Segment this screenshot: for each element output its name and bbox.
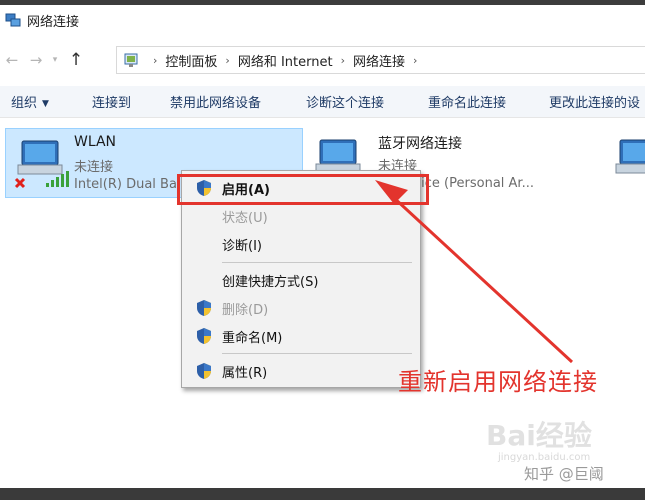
menu-item-label: 创建快捷方式(S) (222, 274, 319, 290)
connect-to-button[interactable]: 连接到 (92, 92, 131, 111)
disable-device-button[interactable]: 禁用此网络设备 (170, 92, 261, 111)
menu-item-label: 诊断(I) (222, 238, 262, 254)
menu-separator (222, 353, 412, 354)
address-bar[interactable]: › 控制面板 › 网络和 Internet › 网络连接 › (116, 46, 645, 74)
menu-item-create-shortcut[interactable]: 创建快捷方式(S) (182, 267, 420, 293)
back-button[interactable]: ← (0, 48, 24, 72)
up-arrow-icon: ↑ (68, 50, 84, 70)
breadcrumb-separator-icon: › (413, 53, 418, 67)
title-bar: 网络连接 (0, 5, 645, 35)
breadcrumb-separator-icon: › (340, 53, 345, 67)
change-settings-button[interactable]: 更改此连接的设 (549, 92, 640, 111)
recent-locations-button[interactable]: ▾ (48, 48, 62, 72)
annotation-text: 重新启用网络连接 (398, 368, 598, 396)
dropdown-arrow-icon: ▼ (42, 99, 49, 109)
breadcrumb-network-internet[interactable]: 网络和 Internet (238, 51, 333, 70)
organize-button[interactable]: 组织 ▼ (11, 92, 49, 111)
breadcrumb-control-panel[interactable]: 控制面板 (165, 51, 217, 70)
forward-button[interactable]: → (24, 48, 48, 72)
menu-separator (222, 262, 412, 263)
menu-item-label: 删除(D) (222, 302, 269, 318)
menu-item-label: 属性(R) (222, 365, 268, 381)
address-row: ← → ▾ ↑ › 控制面板 › 网络和 Internet › 网络连接 › (0, 44, 645, 76)
uac-shield-icon (197, 363, 211, 379)
breadcrumb-network-connections[interactable]: 网络连接 (353, 51, 405, 70)
chevron-down-icon: ▾ (52, 55, 58, 65)
uac-shield-icon (197, 300, 211, 316)
connection-name: 蓝牙网络连接 (378, 136, 462, 152)
window-title: 网络连接 (27, 14, 80, 30)
baidu-watermark-url: jingyan.baidu.com (498, 452, 591, 463)
menu-item-delete: 删除(D) (182, 295, 420, 321)
forward-arrow-icon: → (29, 51, 43, 69)
menu-item-diagnose[interactable]: 诊断(I) (182, 231, 420, 257)
network-adapter-icon (615, 139, 645, 174)
baidu-watermark: Bai经验 (486, 419, 592, 452)
breadcrumb-separator-icon: › (153, 53, 158, 67)
menu-item-rename[interactable]: 重命名(M) (182, 323, 420, 349)
connection-status: 未连接 (74, 160, 114, 175)
annotation-highlight-box (177, 174, 429, 205)
uac-shield-icon (197, 328, 211, 344)
network-connections-icon (5, 13, 21, 27)
up-button[interactable]: ↑ (64, 48, 88, 72)
menu-item-label: 状态(U) (222, 210, 268, 226)
back-arrow-icon: ← (5, 51, 19, 69)
control-panel-icon (124, 53, 138, 67)
menu-item-label: 重命名(M) (222, 330, 283, 346)
window-bottom-edge (0, 488, 645, 500)
zhihu-watermark: 知乎 @巨阈 (524, 465, 604, 483)
menu-item-status: 状态(U) (182, 203, 420, 229)
diagnose-connection-button[interactable]: 诊断这个连接 (306, 92, 384, 111)
command-bar: 组织 ▼ 连接到 禁用此网络设备 诊断这个连接 重命名此连接 更改此连接的设 (0, 86, 645, 118)
connection-item-ethernet[interactable] (612, 128, 645, 198)
organize-label: 组织 (11, 96, 38, 111)
rename-connection-button[interactable]: 重命名此连接 (428, 92, 506, 111)
breadcrumb-separator-icon: › (225, 53, 230, 67)
connection-name: WLAN (74, 134, 117, 150)
menu-item-properties[interactable]: 属性(R) (182, 358, 420, 384)
connection-device: Intel(R) Dual Ba (74, 177, 177, 192)
wifi-adapter-disconnected-icon (14, 140, 69, 189)
